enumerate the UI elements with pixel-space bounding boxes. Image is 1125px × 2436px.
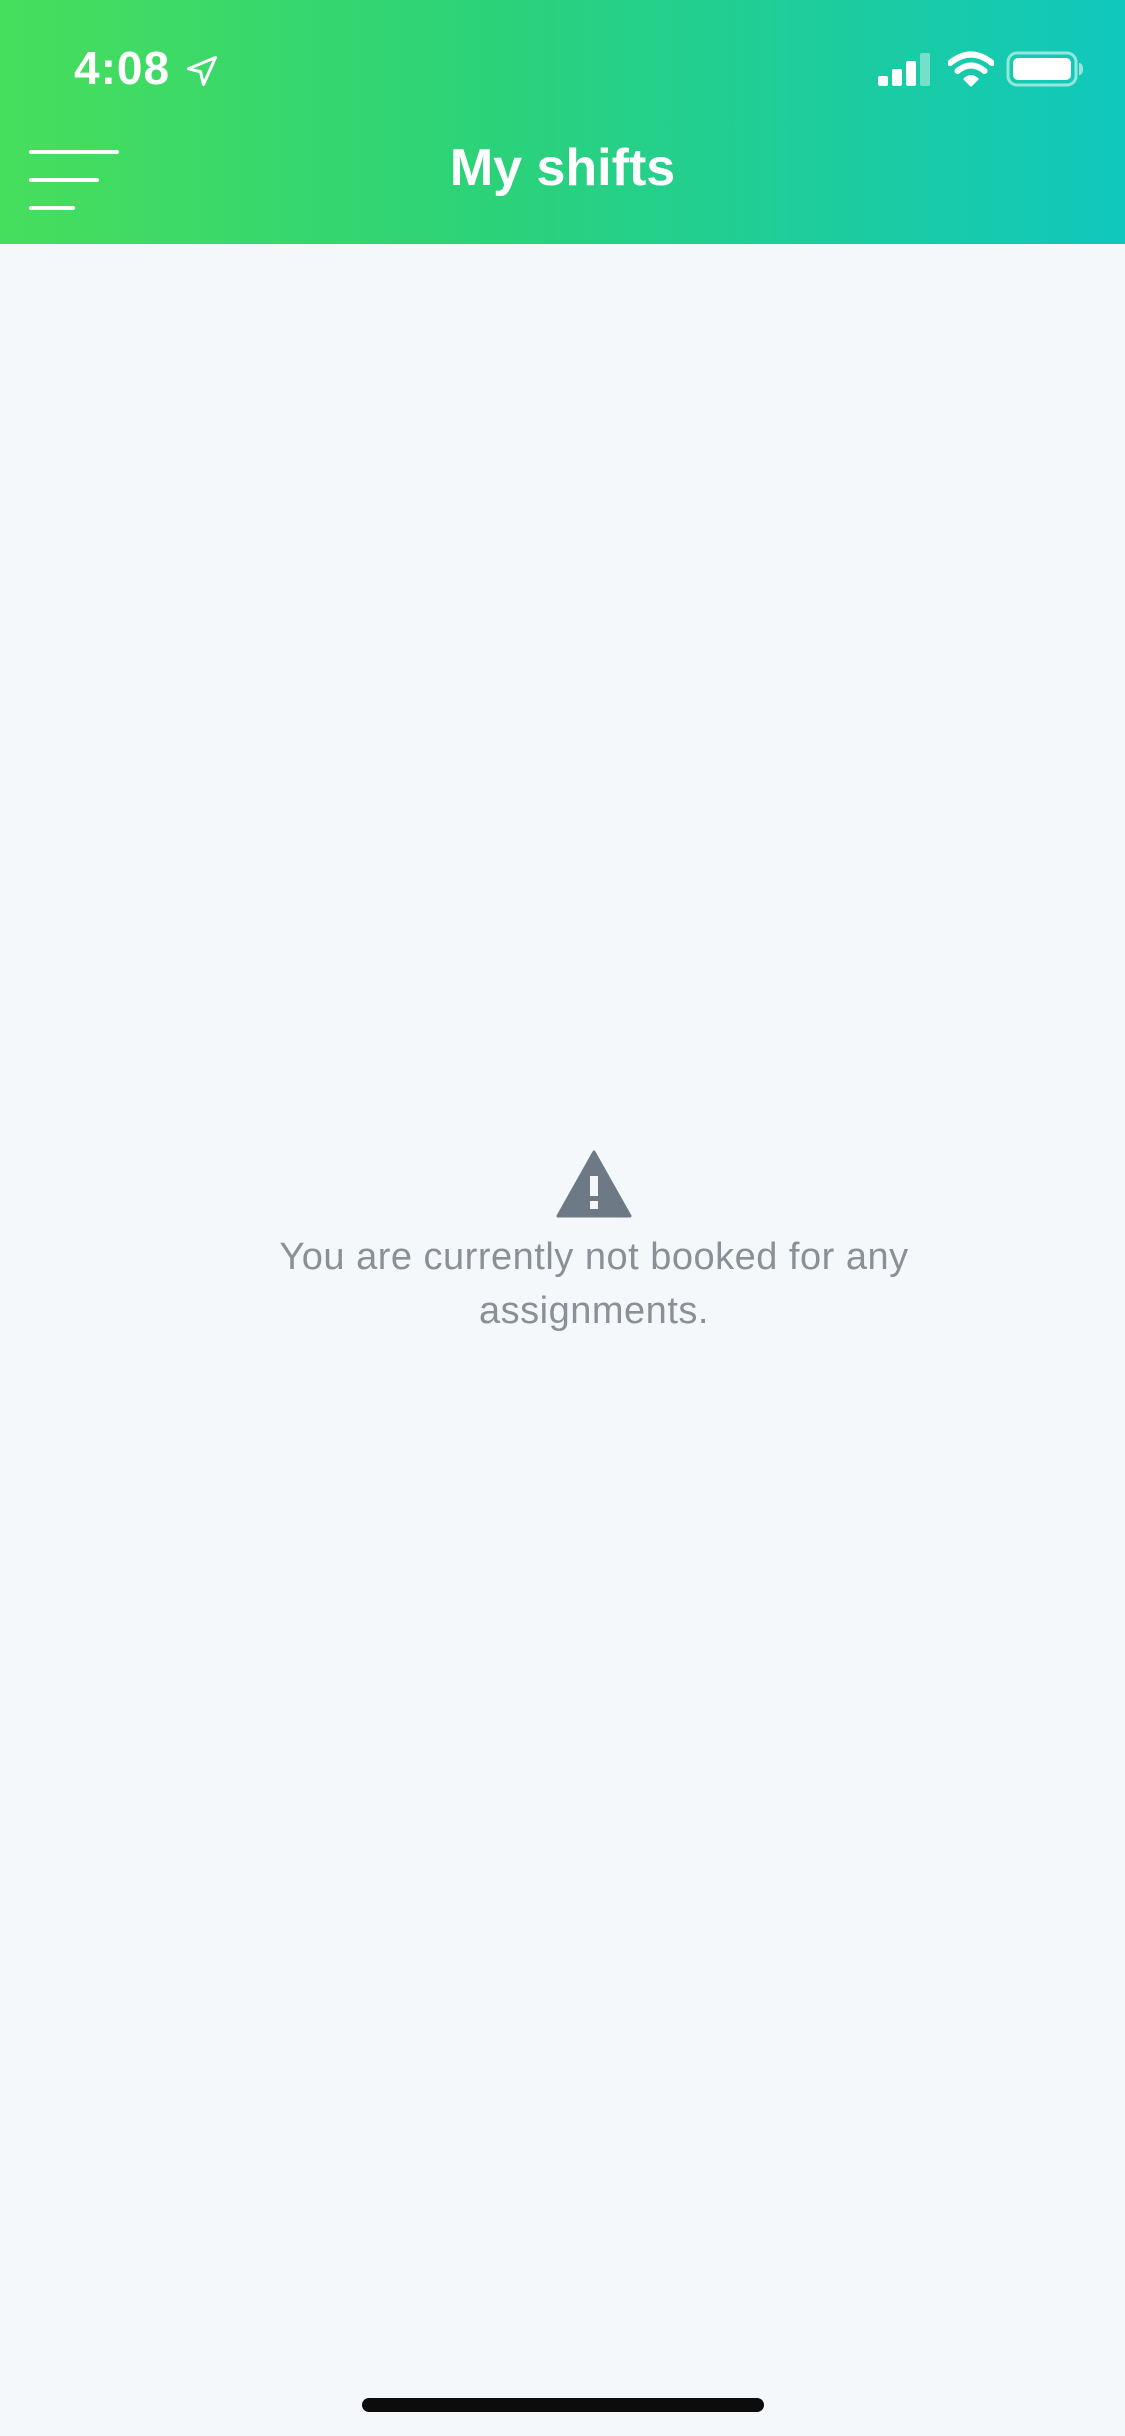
location-arrow-icon — [187, 56, 217, 86]
wifi-icon — [948, 51, 994, 87]
app-header: 4:08 My shifts — [0, 0, 1125, 244]
warning-icon — [556, 1150, 632, 1218]
cellular-signal-icon — [878, 53, 930, 86]
nav-bar: My shifts — [0, 112, 1125, 244]
empty-state-message: You are currently not booked for any ass… — [279, 1236, 909, 1332]
home-indicator[interactable] — [362, 2398, 764, 2412]
status-time: 4:08 — [74, 42, 171, 94]
battery-icon — [1006, 51, 1083, 87]
empty-state: You are currently not booked for any ass… — [212, 1150, 976, 1338]
page-title: My shifts — [449, 139, 676, 197]
